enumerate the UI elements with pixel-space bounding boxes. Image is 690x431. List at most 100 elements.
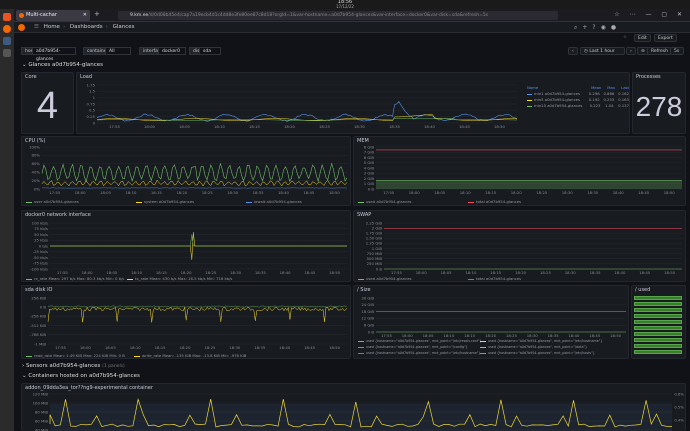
panel-cpu[interactable]: CPU (%) 100% 80% 60% 40% 20% 0% 17:55 18:00 18:0… bbox=[21, 136, 351, 206]
legend-item[interactable]: used a0d7b954-glances bbox=[358, 276, 412, 281]
legend-item[interactable]: system a0d7b954-glances bbox=[136, 199, 194, 204]
series-area bbox=[50, 404, 672, 431]
var-disk-select[interactable]: sda bbox=[199, 47, 221, 55]
legend-item[interactable]: used {hostname="a0d7b954-glances", mnt_p… bbox=[358, 345, 468, 349]
legend-item[interactable]: total a0d7b954-glances bbox=[468, 276, 521, 281]
y-tick-label: 0 bbox=[93, 120, 96, 125]
legend-item[interactable]: total a0d7b954-glances bbox=[468, 199, 521, 204]
legend-item[interactable]: user a0d7b954-glances bbox=[26, 199, 79, 204]
used-gauge-bar bbox=[634, 296, 682, 300]
x-tick-label: 18:15 bbox=[151, 190, 163, 195]
window-controls[interactable]: ☆ ⋯ — ▢ ✕ bbox=[614, 11, 686, 18]
container-chart: 120 MiB 100 MiB 80 MiB 60 MiB 40 MiB 0.6% 0.5%… bbox=[33, 391, 684, 431]
menu-icon[interactable]: ☰ bbox=[34, 24, 39, 30]
y-tick-label: 6 GiB bbox=[364, 155, 375, 160]
panel-network[interactable]: docker0 network interface 100 kb/s 75 kb/… bbox=[21, 210, 351, 282]
url-bar[interactable]: 9.km.ee/d/0d08b45e4/cap7a19ecb4d1c4dd8e3… bbox=[118, 11, 558, 20]
x-tick-label: 18:20 bbox=[511, 190, 523, 195]
row-containers[interactable]: ⌄ Containers hosted on a0d7b954-glances bbox=[22, 372, 140, 380]
breadcrumb-dashboards[interactable]: Dashboards bbox=[70, 24, 103, 30]
y-tick-label: 40 MiB bbox=[35, 427, 48, 431]
legend-item[interactable]: read_rate Mean: 1.49 KiB Max: 224 KiB Mi… bbox=[26, 353, 125, 358]
series-line bbox=[41, 162, 348, 183]
x-tick-label: 18:15 bbox=[156, 270, 168, 275]
legend-item[interactable]: used {hostname="a0d7b954-glances", mnt_p… bbox=[358, 351, 480, 355]
time-picker[interactable]: ◷ Last 1 hour bbox=[580, 47, 625, 55]
y-tick-label: 0.25 bbox=[87, 114, 96, 119]
legend-item[interactable]: used {hostname="a0d7b954-glances", mnt_p… bbox=[480, 339, 602, 343]
y2-tick-label: 0.4% bbox=[674, 417, 684, 422]
stat-processes-value: 278 bbox=[635, 91, 683, 122]
x-tick-label: 17:55 bbox=[391, 270, 403, 275]
y-tick-label: 256 KiB bbox=[31, 295, 46, 300]
x-tick-label: 18:45 bbox=[639, 270, 651, 275]
close-tab-icon[interactable]: ✕ bbox=[83, 10, 87, 21]
x-tick-label: 18:00 bbox=[144, 124, 156, 129]
legend-item[interactable]: iowait a0d7b954-glances bbox=[246, 199, 302, 204]
var-container-select[interactable]: All bbox=[105, 47, 131, 55]
refresh-button[interactable]: Refresh bbox=[647, 47, 671, 55]
time-forward-button[interactable]: › bbox=[626, 47, 636, 55]
time-back-button[interactable]: ‹ bbox=[568, 47, 578, 55]
panel-load[interactable]: Load 1.75 1.5 1 0.75 0.5 0.25 0 17:55 18:00 18:05… bbox=[76, 72, 630, 134]
legend-item[interactable]: used {hostname="a0d7b954-glances", mnt_p… bbox=[480, 351, 595, 355]
cpu-chart: 100% 80% 60% 40% 20% 0% 17:55 18:00 18:05 18:10 18… bbox=[29, 144, 348, 195]
new-tab-icon[interactable]: + bbox=[94, 10, 100, 18]
legend-item[interactable]: used a0d7b954-glances bbox=[358, 199, 412, 204]
row-sensors[interactable]: › Sensors a0d7b954-glances (1 panels) bbox=[22, 362, 125, 370]
x-tick-label: 18:10 bbox=[460, 190, 472, 195]
used-gauge-bar bbox=[634, 314, 682, 318]
var-host-select[interactable]: a0d7b954-glances bbox=[32, 47, 76, 62]
x-tick-label: 18:35 bbox=[255, 270, 267, 275]
export-button[interactable]: Export bbox=[654, 34, 677, 42]
y-tick-label: -1 MiB bbox=[34, 341, 46, 346]
edit-button[interactable]: Edit bbox=[634, 34, 651, 42]
legend-item[interactable]: rx_rate Mean: 297 b/s Max: 80.3 kb/s Min… bbox=[26, 276, 124, 281]
y-tick-label: 0 b/s bbox=[39, 243, 48, 248]
app-icon[interactable] bbox=[3, 13, 11, 21]
files-app-icon[interactable] bbox=[3, 37, 11, 45]
y-tick-label: 1 GiB bbox=[364, 181, 375, 186]
breadcrumb-home[interactable]: Home bbox=[44, 24, 60, 30]
time-range: Last 1 hour bbox=[589, 49, 615, 54]
y-tick-label: 75 kb/s bbox=[34, 226, 48, 231]
y-tick-label: -75 kb/s bbox=[33, 261, 48, 266]
y-tick-label: 60% bbox=[32, 161, 41, 166]
legend-item[interactable]: used {hostname="a0d7b954-glances", mnt_p… bbox=[480, 345, 587, 349]
os-launcher bbox=[0, 9, 14, 431]
row-glances[interactable]: ⌄ Glances a0d7b954-glances bbox=[22, 61, 103, 69]
star-icon[interactable]: ☆ bbox=[620, 34, 630, 42]
used-gauge-bar bbox=[634, 338, 682, 342]
refresh-interval-select[interactable]: 5s bbox=[670, 47, 684, 55]
legend-item[interactable]: write_rate Mean: -135 KiB Max: -13.8 KiB… bbox=[134, 353, 246, 358]
panel-disk[interactable]: sda disk IO 256 KiB 0 B -256 KiB -512 KiB -7… bbox=[21, 285, 351, 359]
x-tick-label: 18:05 bbox=[434, 190, 446, 195]
x-tick-label: 18:20 bbox=[176, 190, 188, 195]
legend-item[interactable]: used {hostname="a0d7b954-glances", mnt_p… bbox=[358, 339, 482, 343]
panel-mem[interactable]: MEM 8 GiB 7 GiB 6 GiB 5 GiB 4 GiB 3 GiB 2 GiB 1… bbox=[353, 136, 686, 206]
var-interface-select[interactable]: docker0 bbox=[158, 47, 186, 55]
browser-app-icon[interactable] bbox=[3, 25, 11, 33]
panel-container[interactable]: addon_09dda3ea_tor??ng9-experimental con… bbox=[21, 383, 686, 431]
grafana-logo[interactable] bbox=[18, 24, 25, 31]
panel-fs-size[interactable]: / Size 30 GiB 24 GiB 18 GiB 12 GiB 6 GiB 0 B1… bbox=[353, 285, 629, 359]
y-tick-label: 120 MiB bbox=[33, 391, 49, 396]
panel-core[interactable]: Core 4 bbox=[21, 72, 74, 134]
y-tick-label: 30 GiB bbox=[361, 295, 374, 300]
x-tick-label: 18:05 bbox=[179, 124, 191, 129]
x-tick-label: 18:25 bbox=[319, 124, 331, 129]
x-tick-label: 18:40 bbox=[280, 270, 292, 275]
legend-row[interactable]: min1 a0d7b954-glances 0.298 0.866 0.162 bbox=[527, 91, 629, 96]
y-tick-label: 0.75 bbox=[87, 101, 96, 106]
terminal-app-icon[interactable] bbox=[3, 49, 11, 57]
legend-item[interactable]: tx_rate Mean: 430 b/s Max: 16.5 kb/s Min… bbox=[127, 276, 232, 281]
legend-row[interactable]: min5 a0d7b954-glances 0.192 0.253 0.163 bbox=[527, 97, 629, 102]
x-tick-label: 18:00 bbox=[402, 333, 414, 338]
x-tick-label: 18:20 bbox=[284, 124, 296, 129]
panel-processes[interactable]: Processes 278 bbox=[632, 72, 686, 134]
browser-tab[interactable]: Multi-cachar ✕ bbox=[16, 10, 90, 21]
legend-row[interactable]: min15 a0d7b954-glances 0.223 1.04 0.137 bbox=[527, 103, 629, 108]
top-nav-icons[interactable]: ⌕+?◉● bbox=[574, 22, 621, 33]
panel-swap[interactable]: SWAP 2.25 GiB 2 GiB 1.75 GiB 1.50 GiB 1.25 G… bbox=[353, 210, 686, 282]
panel-used-gauge[interactable]: / used bbox=[631, 285, 686, 359]
